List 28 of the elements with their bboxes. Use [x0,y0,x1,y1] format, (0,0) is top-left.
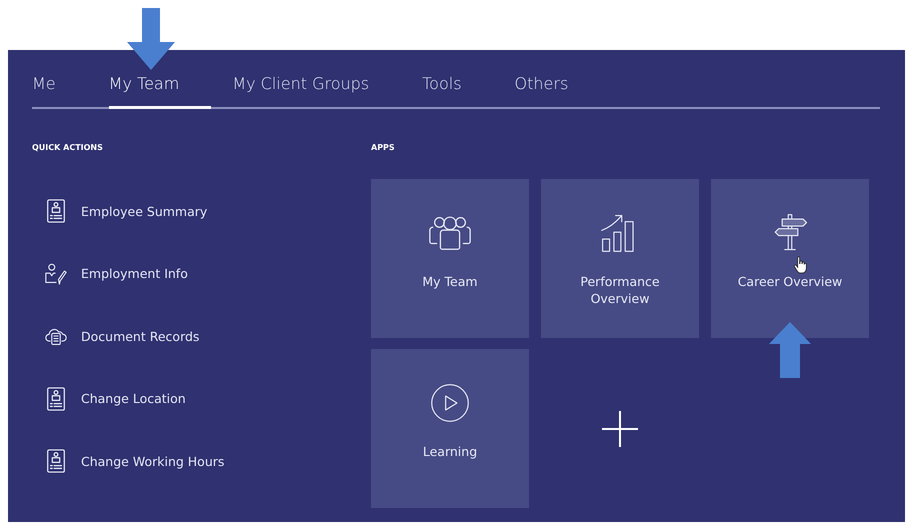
person-pencil-icon [45,262,67,286]
nav-tab[interactable]: My Client Groups [232,74,402,109]
id-card-icon [45,386,67,411]
id-card-icon [45,199,67,224]
nav-tab[interactable]: Others [514,74,600,109]
tile-label: Learning [422,443,478,460]
app-tile[interactable]: My Team [371,179,529,338]
app-tile[interactable]: Career Overview [711,179,869,338]
id-card-icon [45,449,67,474]
section-heading: QUICK ACTIONS [32,142,104,153]
nav-tab[interactable]: My Team [108,74,212,109]
app-tile[interactable]: Performance Overview [541,179,699,338]
quick-action-link[interactable]: Document Records [81,328,200,344]
nav-tab[interactable]: Me [32,74,56,109]
tile-label: Career Overview [736,273,844,290]
add-icon[interactable] [602,410,638,446]
hand-cursor-icon [793,256,808,275]
down-arrow-icon [127,8,175,70]
up-arrow-icon [769,322,811,378]
app-tile[interactable]: Learning [371,349,529,508]
section-heading: APPS [371,142,396,153]
quick-action-link[interactable]: Employee Summary [81,204,208,219]
nav-tab[interactable]: Tools [422,74,494,109]
tile-label: Performance Overview [579,273,661,307]
quick-action-link[interactable]: Change Location [81,391,186,406]
quick-action-link[interactable]: Employment Info [81,266,188,282]
tile-label: My Team [421,273,479,290]
quick-action-link[interactable]: Change Working Hours [81,454,224,469]
